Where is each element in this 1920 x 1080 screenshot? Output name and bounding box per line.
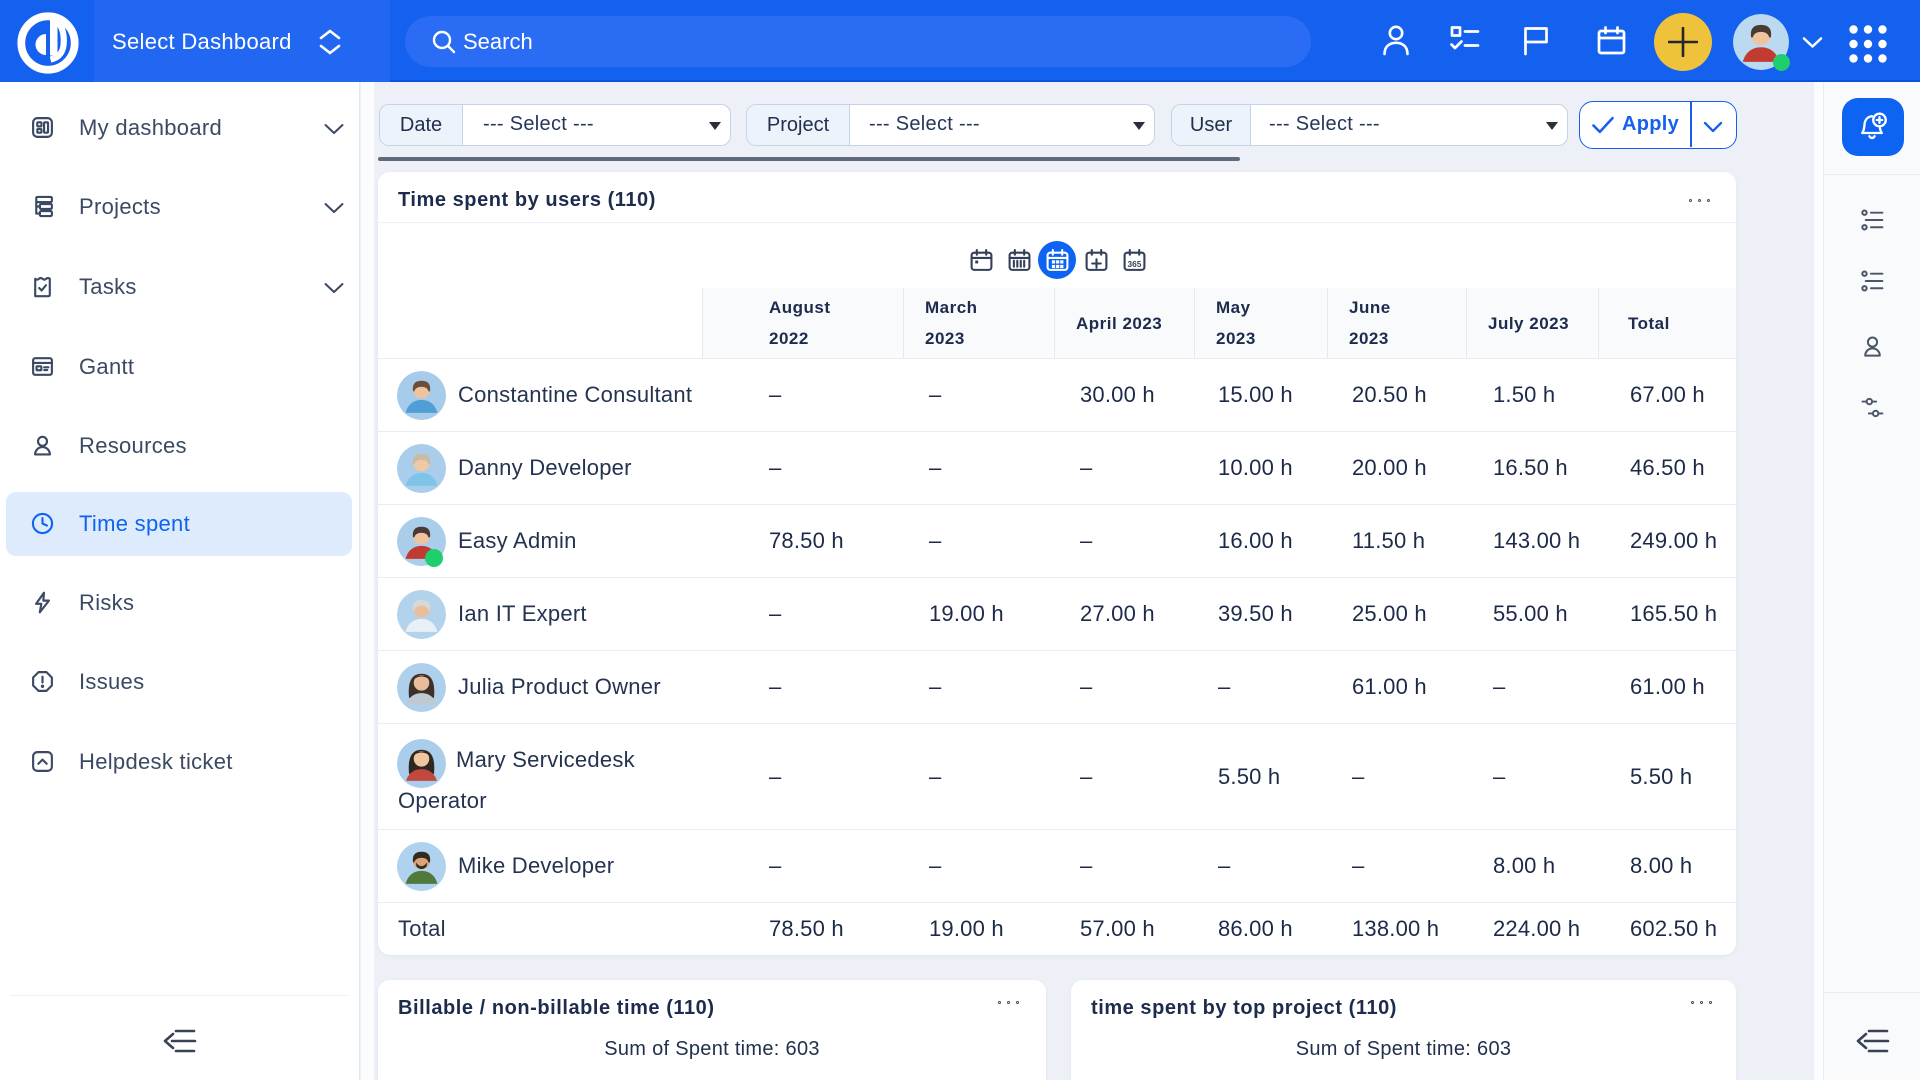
svg-text:365: 365 — [1127, 259, 1141, 269]
